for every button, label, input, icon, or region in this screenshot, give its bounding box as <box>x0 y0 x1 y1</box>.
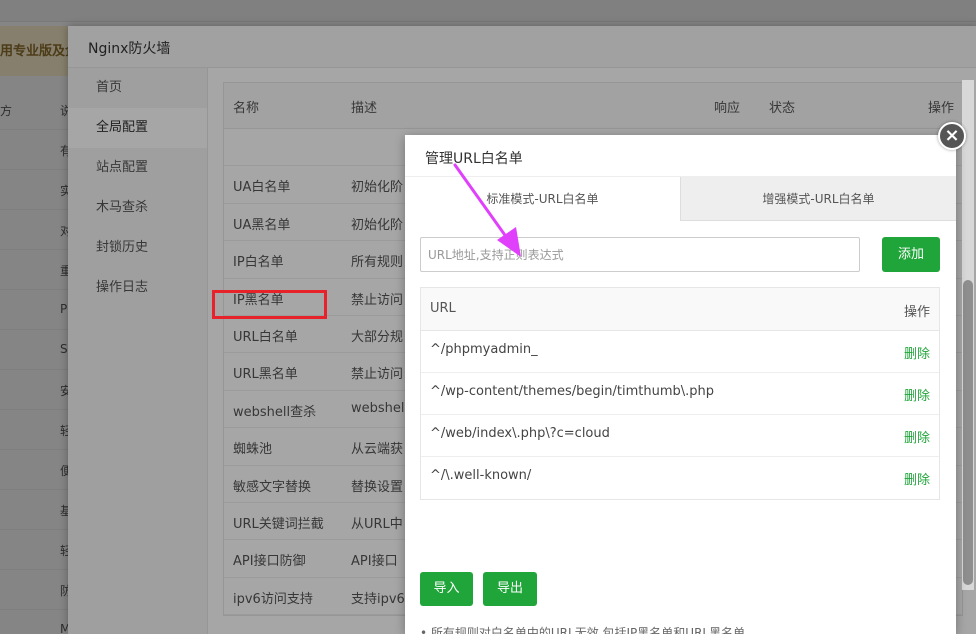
scrollbar[interactable] <box>962 80 974 590</box>
dialog-title-bar: 管理URL白名单 <box>405 135 956 177</box>
url-whitelist-dialog: 管理URL白名单 标准模式-URL白名单 增强模式-URL白名单 添加 URL … <box>405 135 956 634</box>
table-row: ^/\.well-known/删除 <box>421 457 939 499</box>
url-table-header: URL 操作 <box>421 288 939 331</box>
delete-link[interactable]: 删除 <box>904 385 930 404</box>
export-button[interactable]: 导出 <box>483 572 537 606</box>
tab-standard-mode[interactable]: 标准模式-URL白名单 <box>405 177 680 221</box>
add-button[interactable]: 添加 <box>882 237 940 272</box>
dialog-tabs: 标准模式-URL白名单 增强模式-URL白名单 <box>405 177 956 221</box>
delete-link[interactable]: 删除 <box>904 427 930 446</box>
table-row: ^/phpmyadmin_ 删除 <box>421 331 939 373</box>
url-table-body: ^/phpmyadmin_ 删除 ^/wp-content/themes/begin… <box>421 331 939 499</box>
dialog-title: 管理URL白名单 <box>425 151 523 167</box>
close-icon[interactable]: × <box>938 122 966 150</box>
delete-link[interactable]: 删除 <box>904 469 930 488</box>
table-row: ^/web/index\.php\?c=cloud 删除 <box>421 415 939 457</box>
url-value: ^/phpmyadmin_ <box>430 342 538 357</box>
delete-link[interactable]: 删除 <box>904 343 930 362</box>
import-button[interactable]: 导入 <box>420 572 473 606</box>
url-table: URL 操作 ^/phpmyadmin_ 删除 ^/wp-content/theme… <box>420 287 940 500</box>
dialog-note: • 所有规则对白名单中的URL无效,包括IP黑名单和URL黑名单 <box>420 626 746 634</box>
url-whitelist-highlight <box>212 290 327 319</box>
tab-enhanced-mode[interactable]: 增强模式-URL白名单 <box>680 177 956 221</box>
table-row: ^/wp-content/themes/begin/timthumb\.php 删… <box>421 373 939 415</box>
scrollbar-thumb[interactable] <box>963 280 973 585</box>
url-value: ^/\.well-known/ <box>430 468 532 483</box>
header-action: 操作 <box>903 305 930 320</box>
url-input[interactable] <box>420 237 860 272</box>
url-value: ^/wp-content/themes/begin/timthumb\.php <box>430 384 715 399</box>
header-url: URL <box>430 301 456 316</box>
url-value: ^/web/index\.php\?c=cloud <box>430 426 610 441</box>
